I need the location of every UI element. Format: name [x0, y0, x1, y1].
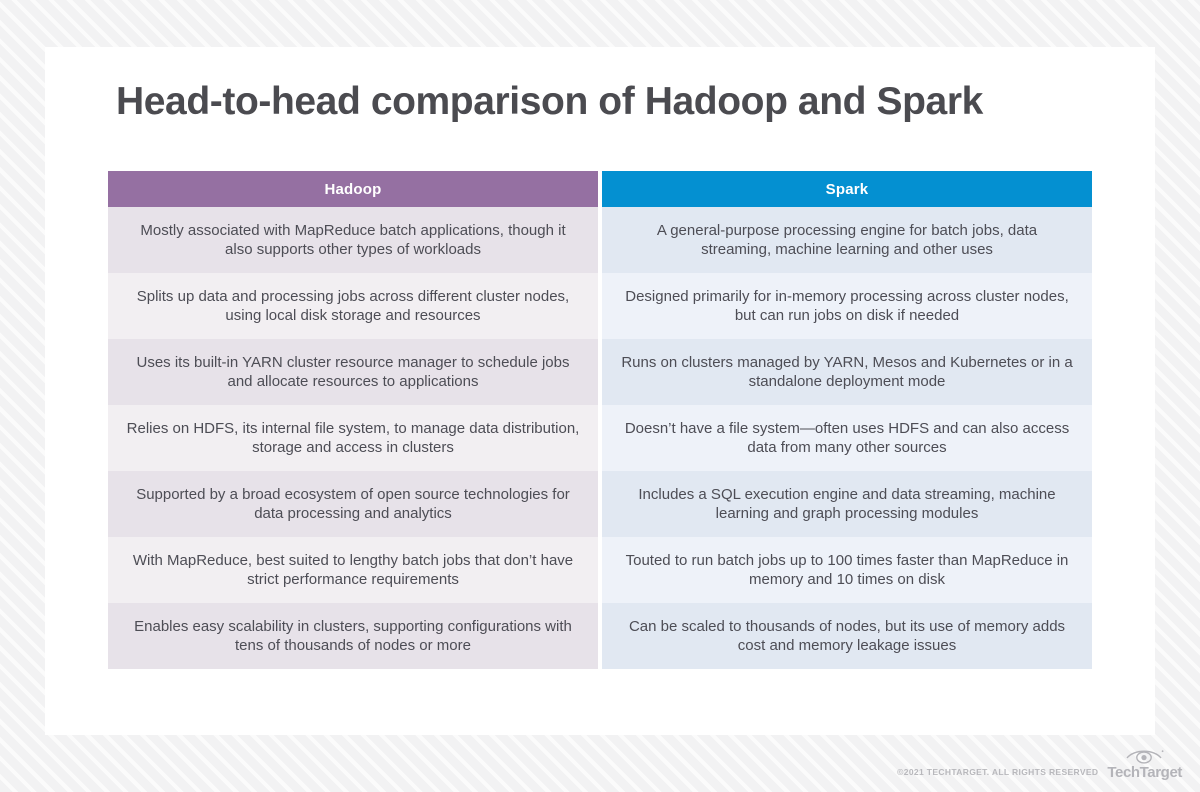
cell-spark: Touted to run batch jobs up to 100 times… [602, 537, 1092, 603]
column-header-spark: Spark [602, 171, 1092, 207]
cell-hadoop: With MapReduce, best suited to lengthy b… [108, 537, 598, 603]
cell-hadoop: Relies on HDFS, its internal file system… [108, 405, 598, 471]
table-body: Mostly associated with MapReduce batch a… [108, 207, 1092, 669]
cell-spark: Designed primarily for in-memory process… [602, 273, 1092, 339]
cell-spark: Doesn’t have a file system—often uses HD… [602, 405, 1092, 471]
page-title: Head-to-head comparison of Hadoop and Sp… [116, 80, 983, 123]
table-row: Splits up data and processing jobs acros… [108, 273, 1092, 339]
cell-hadoop: Enables easy scalability in clusters, su… [108, 603, 598, 669]
cell-hadoop: Uses its built-in YARN cluster resource … [108, 339, 598, 405]
table-row: With MapReduce, best suited to lengthy b… [108, 537, 1092, 603]
table-row: Uses its built-in YARN cluster resource … [108, 339, 1092, 405]
cell-spark: A general-purpose processing engine for … [602, 207, 1092, 273]
cell-hadoop: Mostly associated with MapReduce batch a… [108, 207, 598, 273]
cell-hadoop: Supported by a broad ecosystem of open s… [108, 471, 598, 537]
comparison-table: Hadoop Spark Mostly associated with MapR… [108, 171, 1092, 669]
eye-icon [1126, 750, 1164, 764]
table-row: Mostly associated with MapReduce batch a… [108, 207, 1092, 273]
cell-spark: Runs on clusters managed by YARN, Mesos … [602, 339, 1092, 405]
table-row: Supported by a broad ecosystem of open s… [108, 471, 1092, 537]
column-header-hadoop: Hadoop [108, 171, 598, 207]
techtarget-logo: TechTarget [1107, 747, 1182, 780]
table-header: Hadoop Spark [108, 171, 1092, 207]
copyright-text: ©2021 TECHTARGET. ALL RIGHTS RESERVED [897, 767, 1099, 777]
table-row: Relies on HDFS, its internal file system… [108, 405, 1092, 471]
cell-hadoop: Splits up data and processing jobs acros… [108, 273, 598, 339]
table-header-row: Hadoop Spark [108, 171, 1092, 207]
cell-spark: Can be scaled to thousands of nodes, but… [602, 603, 1092, 669]
table-row: Enables easy scalability in clusters, su… [108, 603, 1092, 669]
techtarget-wordmark: TechTarget [1107, 764, 1182, 781]
content-card: Head-to-head comparison of Hadoop and Sp… [45, 47, 1155, 735]
footer: ©2021 TECHTARGET. ALL RIGHTS RESERVED Te… [897, 747, 1182, 780]
cell-spark: Includes a SQL execution engine and data… [602, 471, 1092, 537]
